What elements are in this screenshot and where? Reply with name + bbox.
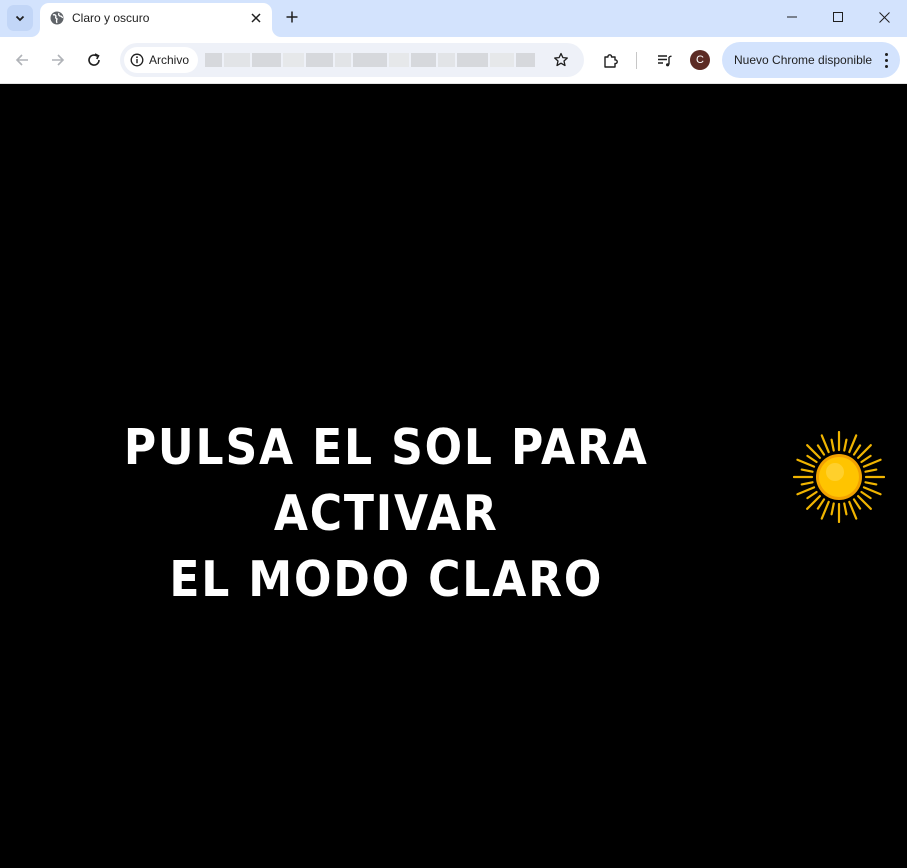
sun-ray bbox=[830, 438, 835, 452]
maximize-icon bbox=[833, 12, 843, 22]
arrow-right-icon bbox=[52, 54, 65, 66]
bookmark-star-button[interactable] bbox=[550, 49, 572, 71]
plus-icon bbox=[286, 11, 298, 23]
tab-strip: Claro y oscuro bbox=[0, 0, 907, 37]
security-chip-label: Archivo bbox=[149, 53, 190, 67]
forward-button[interactable] bbox=[46, 48, 70, 72]
sun-ray bbox=[820, 434, 830, 454]
site-info-chip[interactable]: Archivo bbox=[124, 47, 198, 73]
browser-toolbar: Archivo C Nuevo Chrome disponible bbox=[0, 37, 907, 84]
profile-avatar[interactable]: C bbox=[690, 50, 710, 70]
sun-ray bbox=[864, 481, 878, 486]
sun-ray bbox=[796, 486, 816, 496]
sun-ray bbox=[800, 468, 814, 473]
star-icon bbox=[554, 52, 568, 67]
active-tab[interactable]: Claro y oscuro bbox=[40, 3, 272, 37]
minimize-button[interactable] bbox=[769, 0, 815, 34]
sun-ray bbox=[848, 434, 858, 454]
reload-button[interactable] bbox=[82, 48, 106, 72]
new-tab-button[interactable] bbox=[281, 6, 303, 28]
extensions-button[interactable] bbox=[598, 48, 622, 72]
globe-icon bbox=[50, 11, 64, 25]
maximize-button[interactable] bbox=[815, 0, 861, 34]
puzzle-icon bbox=[603, 53, 618, 68]
close-window-button[interactable] bbox=[861, 0, 907, 34]
sun-ray bbox=[864, 468, 878, 473]
headline-line-1: PULSA EL SOL PARA ACTIVAR bbox=[123, 419, 649, 542]
chevron-down-icon bbox=[15, 15, 25, 22]
sun-ray bbox=[860, 490, 872, 500]
playlist-music-icon bbox=[657, 54, 672, 66]
info-icon bbox=[130, 53, 144, 67]
headline: PULSA EL SOL PARA ACTIVAR EL MODO CLARO bbox=[6, 415, 767, 613]
update-button-label: Nuevo Chrome disponible bbox=[734, 53, 873, 67]
sun-ray bbox=[816, 444, 826, 456]
sun-ray bbox=[852, 444, 862, 456]
minimize-icon bbox=[787, 16, 797, 18]
sun-ray bbox=[862, 486, 882, 496]
more-menu-icon[interactable] bbox=[880, 51, 892, 69]
address-bar[interactable]: Archivo bbox=[120, 43, 584, 77]
url-text-redacted bbox=[205, 53, 535, 67]
arrow-left-icon bbox=[15, 54, 28, 66]
sun-ray bbox=[852, 498, 862, 510]
close-icon bbox=[251, 13, 261, 23]
sun-ray bbox=[860, 454, 872, 464]
sun-ray bbox=[862, 458, 882, 468]
sun-ray bbox=[806, 490, 818, 500]
toolbar-divider bbox=[636, 52, 637, 69]
page-content: PULSA EL SOL PARA ACTIVAR EL MODO CLARO bbox=[0, 85, 907, 868]
sun-ray bbox=[843, 502, 848, 516]
tab-search-button[interactable] bbox=[7, 5, 33, 31]
media-control-button[interactable] bbox=[652, 48, 676, 72]
back-button[interactable] bbox=[10, 48, 34, 72]
headline-line-2: EL MODO CLARO bbox=[169, 551, 604, 608]
tab-close-button[interactable] bbox=[247, 9, 265, 27]
sun-ray bbox=[816, 498, 826, 510]
sun-ray bbox=[806, 454, 818, 464]
sun-ray bbox=[830, 502, 835, 516]
sun-ray bbox=[843, 438, 848, 452]
sun-icon[interactable] bbox=[793, 431, 885, 523]
chrome-update-button[interactable]: Nuevo Chrome disponible bbox=[722, 42, 900, 78]
reload-icon bbox=[88, 53, 100, 66]
tab-title: Claro y oscuro bbox=[72, 11, 150, 25]
sun-ray bbox=[796, 458, 816, 468]
close-icon bbox=[878, 11, 890, 23]
sun-ray bbox=[820, 500, 830, 520]
sun-ray bbox=[848, 500, 858, 520]
sun-ray bbox=[800, 481, 814, 486]
